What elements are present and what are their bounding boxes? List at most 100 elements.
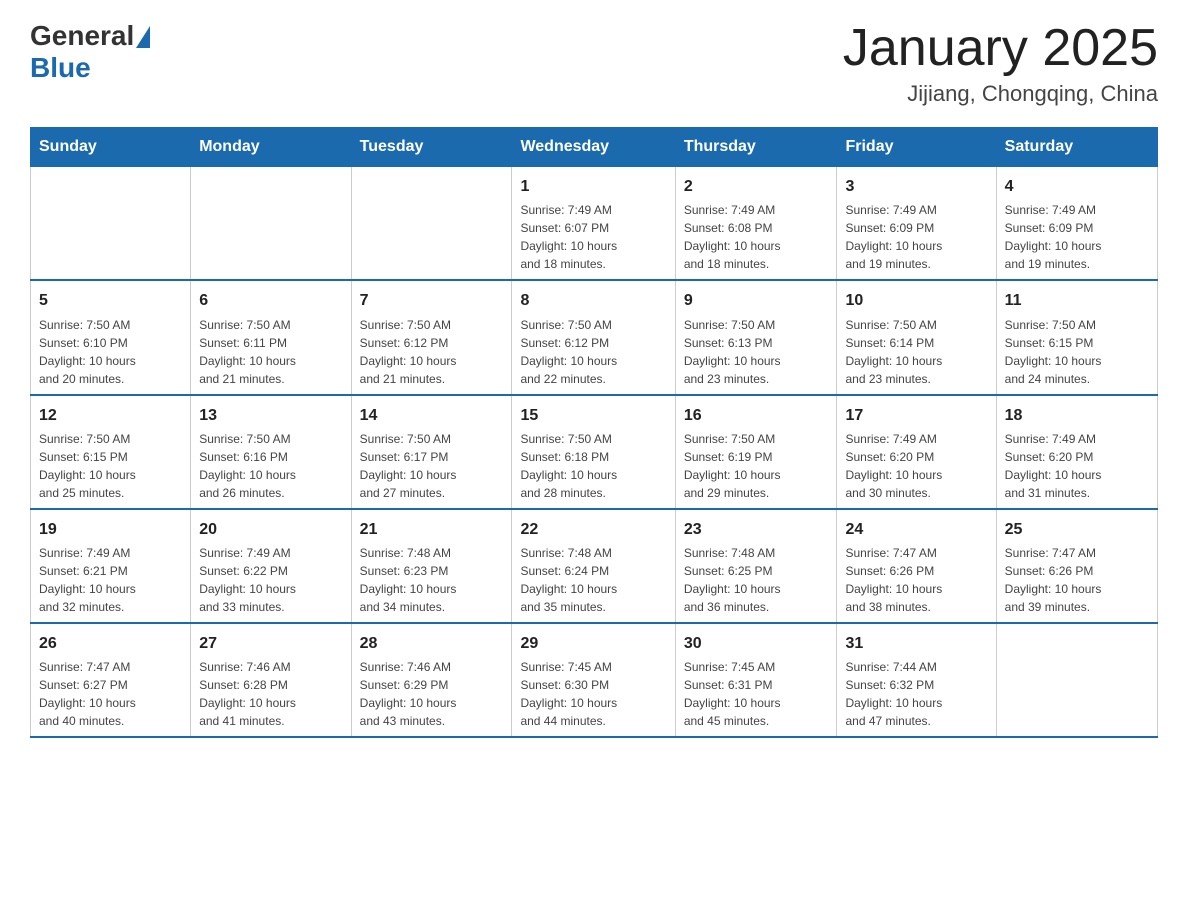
day-number: 16: [684, 404, 829, 427]
header-cell-tuesday: Tuesday: [351, 128, 512, 167]
day-info: Sunrise: 7:50 AM Sunset: 6:13 PM Dayligh…: [684, 316, 829, 388]
day-number: 22: [520, 518, 666, 541]
day-info: Sunrise: 7:46 AM Sunset: 6:29 PM Dayligh…: [360, 658, 504, 730]
calendar-cell: 10Sunrise: 7:50 AM Sunset: 6:14 PM Dayli…: [837, 280, 996, 394]
calendar-cell: 19 Sunrise: 7:49 AM Sunset: 6:21 PM Dayli…: [31, 509, 191, 623]
day-number: 17: [845, 404, 987, 427]
day-number: 11: [1005, 289, 1149, 312]
day-info: Sunrise: 7:49 AM Sunset: 6:07 PM Dayligh…: [520, 201, 666, 273]
calendar-table: SundayMondayTuesdayWednesdayThursdayFrid…: [30, 127, 1158, 738]
calendar-cell: 18 Sunrise: 7:49 AM Sunset: 6:20 PM Dayli…: [996, 395, 1157, 509]
day-number: 25: [1005, 518, 1149, 541]
calendar-cell: 30Sunrise: 7:45 AM Sunset: 6:31 PM Dayli…: [675, 623, 837, 737]
day-info: Sunrise: 7:50 AM Sunset: 6:12 PM Dayligh…: [520, 316, 666, 388]
logo-triangle-icon: [136, 26, 150, 48]
logo-general-text: General: [30, 20, 134, 52]
day-info: Sunrise: 7:49 AM Sunset: 6:22 PM Dayligh…: [199, 544, 342, 616]
day-info: Sunrise: 7:50 AM Sunset: 6:19 PM Dayligh…: [684, 430, 829, 502]
day-info: Sunrise: 7:50 AM Sunset: 6:15 PM Dayligh…: [1005, 316, 1149, 388]
day-info: Sunrise: 7:49 AM Sunset: 6:21 PM Dayligh…: [39, 544, 182, 616]
calendar-cell: 12 Sunrise: 7:50 AM Sunset: 6:15 PM Dayli…: [31, 395, 191, 509]
calendar-cell: 1 Sunrise: 7:49 AM Sunset: 6:07 PM Daylig…: [512, 167, 675, 281]
location-subtitle: Jijiang, Chongqing, China: [843, 81, 1158, 107]
day-number: 13: [199, 404, 342, 427]
week-row-3: 12 Sunrise: 7:50 AM Sunset: 6:15 PM Dayli…: [31, 395, 1158, 509]
calendar-cell: 17 Sunrise: 7:49 AM Sunset: 6:20 PM Dayli…: [837, 395, 996, 509]
month-title: January 2025: [843, 20, 1158, 77]
day-number: 19: [39, 518, 182, 541]
calendar-cell: 13 Sunrise: 7:50 AM Sunset: 6:16 PM Dayli…: [191, 395, 351, 509]
calendar-header: SundayMondayTuesdayWednesdayThursdayFrid…: [31, 128, 1158, 167]
day-info: Sunrise: 7:45 AM Sunset: 6:30 PM Dayligh…: [520, 658, 666, 730]
calendar-cell: 11 Sunrise: 7:50 AM Sunset: 6:15 PM Dayli…: [996, 280, 1157, 394]
day-number: 30: [684, 632, 829, 655]
day-info: Sunrise: 7:49 AM Sunset: 6:20 PM Dayligh…: [1005, 430, 1149, 502]
day-info: Sunrise: 7:48 AM Sunset: 6:24 PM Dayligh…: [520, 544, 666, 616]
day-number: 15: [520, 404, 666, 427]
calendar-cell: 8 Sunrise: 7:50 AM Sunset: 6:12 PM Daylig…: [512, 280, 675, 394]
day-number: 12: [39, 404, 182, 427]
calendar-cell: 14Sunrise: 7:50 AM Sunset: 6:17 PM Dayli…: [351, 395, 512, 509]
calendar-cell: 15 Sunrise: 7:50 AM Sunset: 6:18 PM Dayli…: [512, 395, 675, 509]
calendar-cell: 21Sunrise: 7:48 AM Sunset: 6:23 PM Dayli…: [351, 509, 512, 623]
header-cell-saturday: Saturday: [996, 128, 1157, 167]
header-cell-sunday: Sunday: [31, 128, 191, 167]
day-number: 31: [845, 632, 987, 655]
day-info: Sunrise: 7:46 AM Sunset: 6:28 PM Dayligh…: [199, 658, 342, 730]
calendar-cell: 6 Sunrise: 7:50 AM Sunset: 6:11 PM Daylig…: [191, 280, 351, 394]
day-info: Sunrise: 7:49 AM Sunset: 6:20 PM Dayligh…: [845, 430, 987, 502]
week-row-5: 26 Sunrise: 7:47 AM Sunset: 6:27 PM Dayli…: [31, 623, 1158, 737]
day-info: Sunrise: 7:47 AM Sunset: 6:27 PM Dayligh…: [39, 658, 182, 730]
day-number: 18: [1005, 404, 1149, 427]
logo-blue-text: Blue: [30, 52, 150, 84]
day-number: 3: [845, 175, 987, 198]
day-number: 24: [845, 518, 987, 541]
calendar-cell: 4Sunrise: 7:49 AM Sunset: 6:09 PM Daylig…: [996, 167, 1157, 281]
header-cell-wednesday: Wednesday: [512, 128, 675, 167]
day-info: Sunrise: 7:50 AM Sunset: 6:12 PM Dayligh…: [360, 316, 504, 388]
calendar-cell: 25Sunrise: 7:47 AM Sunset: 6:26 PM Dayli…: [996, 509, 1157, 623]
day-number: 27: [199, 632, 342, 655]
day-info: Sunrise: 7:49 AM Sunset: 6:09 PM Dayligh…: [845, 201, 987, 273]
day-number: 28: [360, 632, 504, 655]
calendar-body: 1 Sunrise: 7:49 AM Sunset: 6:07 PM Daylig…: [31, 167, 1158, 737]
calendar-cell: 23Sunrise: 7:48 AM Sunset: 6:25 PM Dayli…: [675, 509, 837, 623]
calendar-cell: 31 Sunrise: 7:44 AM Sunset: 6:32 PM Dayli…: [837, 623, 996, 737]
day-info: Sunrise: 7:50 AM Sunset: 6:15 PM Dayligh…: [39, 430, 182, 502]
day-info: Sunrise: 7:49 AM Sunset: 6:08 PM Dayligh…: [684, 201, 829, 273]
calendar-cell: [996, 623, 1157, 737]
day-info: Sunrise: 7:50 AM Sunset: 6:14 PM Dayligh…: [845, 316, 987, 388]
week-row-2: 5Sunrise: 7:50 AM Sunset: 6:10 PM Daylig…: [31, 280, 1158, 394]
day-number: 1: [520, 175, 666, 198]
day-info: Sunrise: 7:50 AM Sunset: 6:10 PM Dayligh…: [39, 316, 182, 388]
day-info: Sunrise: 7:50 AM Sunset: 6:11 PM Dayligh…: [199, 316, 342, 388]
logo: General Blue: [30, 20, 150, 84]
header-cell-friday: Friday: [837, 128, 996, 167]
calendar-cell: 27 Sunrise: 7:46 AM Sunset: 6:28 PM Dayli…: [191, 623, 351, 737]
day-number: 29: [520, 632, 666, 655]
calendar-cell: 7Sunrise: 7:50 AM Sunset: 6:12 PM Daylig…: [351, 280, 512, 394]
day-number: 26: [39, 632, 182, 655]
day-number: 2: [684, 175, 829, 198]
day-number: 14: [360, 404, 504, 427]
day-info: Sunrise: 7:48 AM Sunset: 6:23 PM Dayligh…: [360, 544, 504, 616]
calendar-cell: [191, 167, 351, 281]
calendar-cell: 9 Sunrise: 7:50 AM Sunset: 6:13 PM Daylig…: [675, 280, 837, 394]
day-number: 20: [199, 518, 342, 541]
day-info: Sunrise: 7:50 AM Sunset: 6:18 PM Dayligh…: [520, 430, 666, 502]
week-row-4: 19 Sunrise: 7:49 AM Sunset: 6:21 PM Dayli…: [31, 509, 1158, 623]
day-info: Sunrise: 7:50 AM Sunset: 6:16 PM Dayligh…: [199, 430, 342, 502]
calendar-cell: 24Sunrise: 7:47 AM Sunset: 6:26 PM Dayli…: [837, 509, 996, 623]
day-number: 23: [684, 518, 829, 541]
day-number: 6: [199, 289, 342, 312]
week-row-1: 1 Sunrise: 7:49 AM Sunset: 6:07 PM Daylig…: [31, 167, 1158, 281]
day-info: Sunrise: 7:44 AM Sunset: 6:32 PM Dayligh…: [845, 658, 987, 730]
day-number: 4: [1005, 175, 1149, 198]
calendar-cell: 28 Sunrise: 7:46 AM Sunset: 6:29 PM Dayli…: [351, 623, 512, 737]
calendar-cell: 26 Sunrise: 7:47 AM Sunset: 6:27 PM Dayli…: [31, 623, 191, 737]
calendar-cell: 20 Sunrise: 7:49 AM Sunset: 6:22 PM Dayli…: [191, 509, 351, 623]
day-number: 9: [684, 289, 829, 312]
title-section: January 2025 Jijiang, Chongqing, China: [843, 20, 1158, 107]
calendar-cell: 29 Sunrise: 7:45 AM Sunset: 6:30 PM Dayli…: [512, 623, 675, 737]
day-number: 8: [520, 289, 666, 312]
